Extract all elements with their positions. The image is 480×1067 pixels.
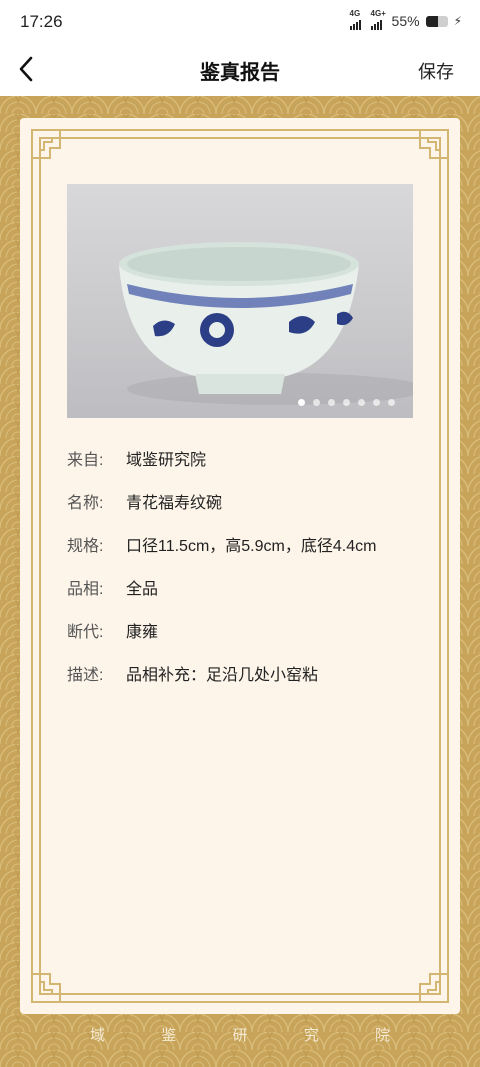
detail-value: 口径11.5cm，高5.9cm，底径4.4cm xyxy=(126,538,377,555)
detail-row: 描述: 品相补充：足沿几处小窑粘 xyxy=(67,661,376,704)
carousel-dot[interactable] xyxy=(388,399,395,406)
footer-char: 研 xyxy=(232,1027,248,1044)
footer-char: 究 xyxy=(303,1027,319,1044)
app-header: 鉴真报告 保存 xyxy=(0,44,480,96)
detail-label: 名称: xyxy=(67,495,104,512)
detail-label: 品相: xyxy=(67,581,104,598)
carousel-dot[interactable] xyxy=(313,399,320,406)
footer-char: 域 xyxy=(90,1027,106,1044)
report-frame: 来自: 域鉴研究院 名称: 青花福寿纹碗 规格: 口径11.5cm，高5.9cm，底径4.… xyxy=(0,96,480,1067)
footer-signature: 域鉴研究院 xyxy=(0,1024,480,1045)
footer-char: 鉴 xyxy=(161,1027,177,1044)
detail-row: 断代: 康雍 xyxy=(67,618,376,661)
detail-row: 名称: 青花福寿纹碗 xyxy=(67,489,376,532)
detail-value: 品相补充：足沿几处小窑粘 xyxy=(126,667,319,684)
save-button[interactable]: 保存 xyxy=(418,58,454,84)
detail-value: 青花福寿纹碗 xyxy=(126,495,223,512)
carousel-dot[interactable] xyxy=(373,399,380,406)
detail-value: 域鉴研究院 xyxy=(126,452,207,469)
carousel-dot[interactable] xyxy=(298,399,305,406)
network-label: 4G+ xyxy=(370,9,386,18)
report-card: 来自: 域鉴研究院名称: 青花福寿纹碗规格: 口径11.5cm，高5.9cm，底径4.… xyxy=(20,118,460,1014)
charging-icon: ⚡ xyxy=(453,14,462,28)
detail-row: 规格: 口径11.5cm，高5.9cm，底径4.4cm xyxy=(67,532,376,575)
antique-photo-carousel[interactable] xyxy=(67,184,413,418)
status-icons: 4G 4G+ 55% ⚡ xyxy=(349,9,462,30)
detail-value: 全品 xyxy=(126,581,159,598)
detail-label: 来自: xyxy=(67,452,104,469)
detail-list: 来自: 域鉴研究院名称: 青花福寿纹碗规格: 口径11.5cm，高5.9cm，底径4.… xyxy=(67,446,376,704)
detail-label: 描述: xyxy=(67,667,104,684)
status-time: 17:26 xyxy=(20,12,63,31)
signal-icon: 4G+ xyxy=(370,9,386,30)
carousel-dot[interactable] xyxy=(358,399,365,406)
page-title: 鉴真报告 xyxy=(200,62,280,84)
footer-char: 院 xyxy=(374,1027,390,1044)
battery-text: 55% xyxy=(391,13,420,29)
detail-row: 品相: 全品 xyxy=(67,575,376,618)
carousel-indicator xyxy=(298,399,395,406)
detail-row: 来自: 域鉴研究院 xyxy=(67,446,376,489)
carousel-dot[interactable] xyxy=(343,399,350,406)
battery-icon xyxy=(425,15,448,27)
porcelain-bowl-image xyxy=(119,242,413,405)
signal-icon: 4G xyxy=(349,9,361,30)
detail-label: 断代: xyxy=(67,624,104,641)
detail-label: 规格: xyxy=(67,538,104,555)
network-label: 4G xyxy=(349,9,361,18)
status-bar: 17:26 4G 4G+ 55% ⚡ xyxy=(0,0,480,44)
detail-value: 康雍 xyxy=(126,624,159,641)
carousel-dot[interactable] xyxy=(328,399,335,406)
